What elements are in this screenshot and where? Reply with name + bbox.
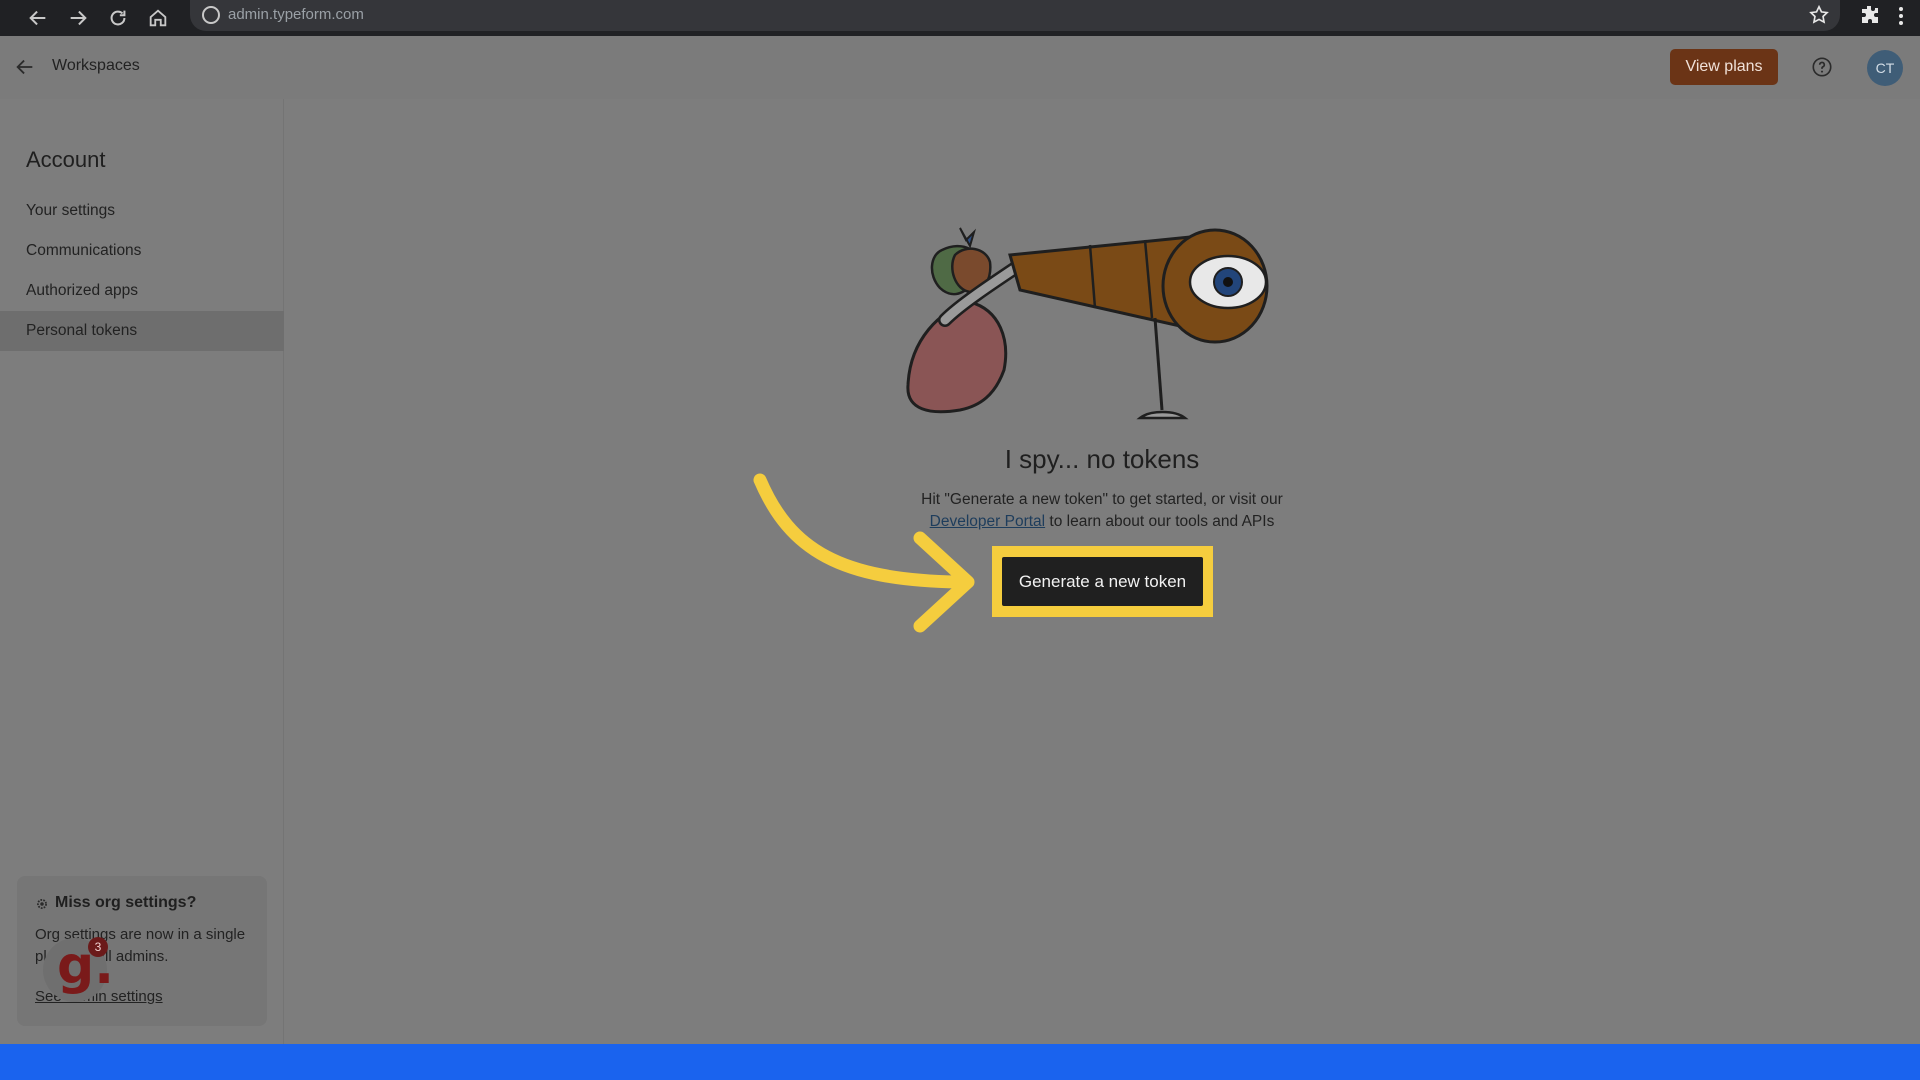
workspaces-link[interactable]: Workspaces	[52, 57, 140, 75]
arrow-annotation	[753, 473, 975, 633]
org-card-title: Miss org settings?	[55, 894, 197, 911]
site-info-icon[interactable]	[202, 6, 220, 24]
help-icon[interactable]	[1811, 56, 1833, 78]
bottom-bar	[0, 1044, 1920, 1080]
kebab-menu-icon[interactable]	[1893, 3, 1909, 29]
arrow-left-icon[interactable]	[14, 56, 36, 78]
sidebar: Account Your settings Communications Aut…	[0, 99, 284, 1044]
extensions-icon[interactable]	[1858, 3, 1882, 27]
avatar[interactable]: CT	[1867, 50, 1903, 86]
sidebar-item-authorized-apps[interactable]: Authorized apps	[0, 271, 284, 311]
home-icon[interactable]	[144, 4, 172, 32]
address-bar[interactable]: admin.typeform.com	[190, 0, 1840, 31]
back-icon[interactable]	[24, 4, 52, 32]
forward-icon[interactable]	[64, 4, 92, 32]
url-text[interactable]: admin.typeform.com	[228, 6, 364, 23]
star-icon[interactable]	[1808, 4, 1830, 26]
sidebar-title: Account	[26, 147, 106, 172]
generate-token-button[interactable]: Generate a new token	[1002, 557, 1203, 606]
telescope-illustration	[906, 227, 1269, 420]
empty-state-description-suffix: to learn about our tools and APIs	[1049, 513, 1275, 530]
browser-toolbar: admin.typeform.com	[0, 0, 1920, 36]
reload-icon[interactable]	[104, 4, 132, 32]
app-header: Workspaces View plans CT	[0, 36, 1920, 99]
sidebar-item-communications[interactable]: Communications	[0, 231, 284, 271]
sidebar-item-your-settings[interactable]: Your settings	[0, 191, 284, 231]
gear-icon	[37, 899, 47, 909]
notification-count-badge: 3	[88, 937, 108, 957]
sidebar-item-personal-tokens[interactable]: Personal tokens	[0, 311, 284, 351]
view-plans-button[interactable]: View plans	[1670, 49, 1778, 85]
